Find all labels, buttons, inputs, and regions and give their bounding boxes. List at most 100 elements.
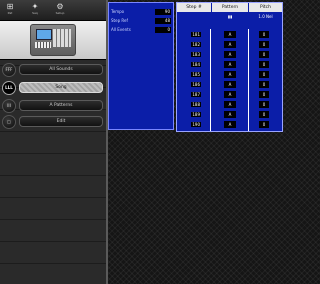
sampler-device-image [30,24,76,56]
step-cell[interactable]: 185 [181,71,201,78]
pitch-subheader: 1.0 Nel [258,14,273,19]
step-cell-value: 189 [191,112,201,117]
pattern-cell[interactable]: A [222,101,238,108]
song-step-grid: Step # Pattern Pitch ▮▮ 1.0 Nel 181 A 0 182… [176,2,283,132]
pitch-cell[interactable]: 0 [257,91,271,98]
pattern-cell-value: A [224,51,236,58]
pitch-cell[interactable]: 0 [257,111,271,118]
nav-item-edit[interactable]: □ Edit [0,113,106,131]
nav-label[interactable]: Edit [19,116,103,127]
pattern-cell[interactable]: A [222,121,238,128]
step-cell-value: 188 [191,102,201,107]
step-cell[interactable]: 189 [181,111,201,118]
pattern-cell-value: A [224,61,236,68]
setting-value[interactable]: 0 [155,27,171,33]
device-keys [35,42,51,48]
pitch-cell-value: 0 [259,101,269,108]
pitch-cell-value: 0 [259,71,269,78]
nav-badge[interactable]: III [2,99,16,113]
nav-label[interactable]: Song [19,82,103,93]
device-pads [53,29,71,47]
pitch-cell[interactable]: 0 [257,41,271,48]
setting-row-all-events: All Events 0 [111,26,173,34]
pattern-cell-value: A [224,31,236,38]
pattern-cell-value: A [224,101,236,108]
pitch-cell[interactable]: 0 [257,101,271,108]
step-cell[interactable]: 186 [181,81,201,88]
step-cell[interactable]: 182 [181,41,201,48]
pattern-cell-value: A [224,111,236,118]
step-cell-value: 187 [191,92,201,97]
step-cell[interactable]: 183 [181,51,201,58]
gear-icon: ⚙ [56,2,64,11]
pitch-cell[interactable]: 0 [257,71,271,78]
setting-row-tempo: Tempo 90 [111,8,173,16]
pitch-cell-value: 0 [259,121,269,128]
column-header-pattern: Pattern [212,3,248,12]
toolbar-label: Pat [7,11,13,15]
pattern-cell[interactable]: A [222,111,238,118]
step-cell-value: 185 [191,72,201,77]
toolbar-label: Seq [32,11,38,15]
setting-label: Tempo [111,9,125,14]
pattern-subheader: ▮▮ [227,14,233,19]
song-settings-panel: Tempo 90 Step Ref 48 All Events 0 [108,2,174,130]
pitch-cell-value: 0 [259,51,269,58]
setting-value[interactable]: 90 [155,9,171,15]
pitch-cell-value: 0 [259,111,269,118]
pattern-cell[interactable]: A [222,81,238,88]
step-cell-value: 184 [191,62,201,67]
pitch-cell-value: 0 [259,91,269,98]
star-icon: ✦ [31,2,39,11]
setting-value[interactable]: 48 [155,18,171,24]
pattern-cell-value: A [224,91,236,98]
nav-badge[interactable]: LLL [2,81,16,95]
setting-row-step-ref: Step Ref 48 [111,17,173,25]
step-cell-value: 190 [191,122,201,127]
device-screen [36,29,52,40]
nav-item-all-sounds[interactable]: FFF All Sounds [0,61,106,79]
step-cell-value: 186 [191,82,201,87]
nav-badge[interactable]: FFF [2,63,16,77]
step-cell-value: 183 [191,52,201,57]
step-cell-value: 182 [191,42,201,47]
step-cell[interactable]: 184 [181,61,201,68]
nav-label[interactable]: All Sounds [19,64,103,75]
pattern-cell[interactable]: A [222,61,238,68]
pitch-cell[interactable]: 0 [257,61,271,68]
nav-badge[interactable]: □ [2,115,16,129]
toolbar-label: Setup [55,11,65,15]
setting-label: All Events [111,27,131,32]
step-cell-value: 181 [191,32,201,37]
pattern-cell-value: A [224,121,236,128]
top-toolbar: ⊞ Pat ✦ Seq ⚙ Setup [0,0,106,21]
nav-item-song[interactable]: LLL Song [0,79,106,97]
pattern-cell-value: A [224,81,236,88]
toolbar-button-sequence[interactable]: ✦ Seq [28,2,42,15]
step-cell[interactable]: 188 [181,101,201,108]
pattern-cell-value: A [224,71,236,78]
pattern-cell[interactable]: A [222,71,238,78]
step-cell[interactable]: 187 [181,91,201,98]
step-cell[interactable]: 181 [181,31,201,38]
grid-icon: ⊞ [6,2,14,11]
pattern-cell[interactable]: A [222,91,238,98]
pattern-cell[interactable]: A [222,51,238,58]
pitch-cell-value: 0 [259,61,269,68]
pattern-cell[interactable]: A [222,41,238,48]
toolbar-button-setup[interactable]: ⚙ Setup [53,2,67,15]
pitch-cell[interactable]: 0 [257,81,271,88]
column-divider [248,29,249,131]
pitch-cell-value: 0 [259,81,269,88]
pitch-cell[interactable]: 0 [257,31,271,38]
pitch-cell-value: 0 [259,31,269,38]
pitch-cell[interactable]: 0 [257,121,271,128]
nav-label[interactable]: A Patterns [19,100,103,111]
device-preview [0,21,106,60]
pitch-cell[interactable]: 0 [257,51,271,58]
column-header-step: Step # [177,3,211,12]
toolbar-button-pattern[interactable]: ⊞ Pat [3,2,17,15]
step-cell[interactable]: 190 [181,121,201,128]
pattern-cell[interactable]: A [222,31,238,38]
sidebar: ⊞ Pat ✦ Seq ⚙ Setup FFF All Sounds LLL S… [0,0,108,284]
